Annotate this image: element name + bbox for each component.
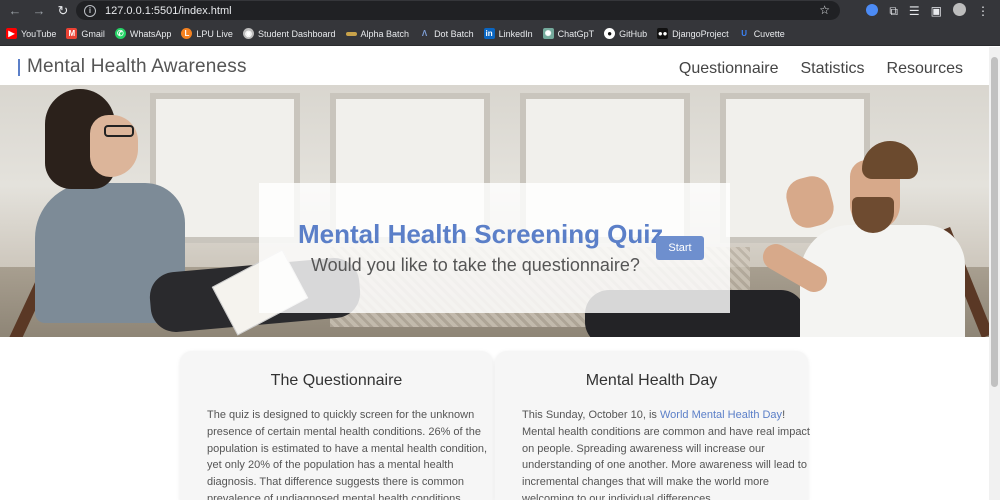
info-cards: The Questionnaire The quiz is designed t… [0,351,989,500]
reload-icon[interactable]: ↻ [54,2,72,20]
bookmark-lpu-live[interactable]: L LPU Live [181,28,233,39]
site-info-icon[interactable]: i [84,4,96,17]
bookmark-label: GitHub [619,28,648,39]
card-body: This Sunday, October 10, is World Mental… [522,407,812,500]
hero-subtitle: Would you like to take the questionnaire… [311,255,640,275]
browser-actions: ⧉ ☰ ▣ ⋮ [866,0,1000,22]
url-text[interactable]: 127.0.0.1:5501/index.html [105,5,232,17]
browser-toolbar: ← → ↻ i 127.0.0.1:5501/index.html ☆ ⧉ ☰ … [0,0,1000,22]
bookmark-youtube[interactable]: ▶ YouTube [6,28,56,39]
page-scrollbar[interactable] [989,47,1000,500]
bookmark-label: Alpha Batch [360,28,410,39]
card-title: Mental Health Day [585,372,718,389]
address-bar[interactable]: i 127.0.0.1:5501/index.html ☆ [76,1,840,20]
side-panel-icon[interactable]: ▣ [931,4,942,18]
hero-banner: Mental Health Screening Quiz Would you l… [0,85,989,337]
bookmark-label: YouTube [21,28,57,39]
bookmarks-bar: ▶ YouTube M Gmail ✆ WhatsApp L LPU Live ◉ Stu… [0,22,1000,46]
bookmark-label: WhatsApp [129,28,172,39]
mental-health-day-card: Mental Health Day This Sunday, October 1… [495,351,810,500]
card-body-rest: ! Mental health conditions are common an… [522,409,810,500]
site-header: Mental Health Awareness Questionnaire St… [0,47,989,85]
bookmark-linkedin[interactable]: in LinkedIn [483,28,533,39]
github-icon: ● [604,28,616,39]
hero-person-right-hair [862,141,918,179]
world-mental-health-day-link[interactable]: World Mental Health Day [660,409,782,421]
extension-icon[interactable] [866,3,879,19]
cuvette-icon: U [741,29,748,38]
web-page: Mental Health Awareness Questionnaire St… [0,47,989,500]
brand-title[interactable]: Mental Health Awareness [27,56,247,78]
bookmark-label: Dot Batch [434,28,474,39]
django-icon: ●● [657,28,669,39]
back-icon[interactable]: ← [6,2,24,20]
bookmark-whatsapp[interactable]: ✆ WhatsApp [114,28,172,39]
start-button[interactable]: Start [656,236,704,260]
bookmark-cuvette[interactable]: U Cuvette [739,28,785,39]
main-nav: Questionnaire Statistics Resources [679,60,989,78]
bookmark-dot-batch[interactable]: Λ Dot Batch [419,28,474,39]
bookmark-github[interactable]: ● GitHub [604,28,647,39]
bookmark-chatgpt[interactable]: ✺ ChatGpT [542,28,595,39]
profile-avatar-icon[interactable] [953,3,966,19]
bookmark-label: Student Dashboard [257,28,336,39]
questionnaire-card: The Questionnaire The quiz is designed t… [180,351,493,500]
bookmark-label: Cuvette [753,28,785,39]
student-dashboard-icon: ◉ [242,28,254,39]
brand-accent-bar [18,58,20,76]
bookmark-student-dashboard[interactable]: ◉ Student Dashboard [242,28,336,39]
bookmark-gmail[interactable]: M Gmail [66,28,105,39]
nav-questionnaire[interactable]: Questionnaire [679,60,779,78]
alpha-batch-icon [345,31,357,36]
browser-menu-icon[interactable]: ⋮ [977,4,989,18]
scrollbar-thumb[interactable] [991,57,998,387]
linkedin-icon: in [483,28,495,39]
bookmark-label: ChatGpT [557,28,595,39]
nav-statistics[interactable]: Statistics [801,60,865,78]
bookmark-star-icon[interactable]: ☆ [819,3,830,17]
hero-glasses [104,125,134,137]
bookmark-label: LPU Live [196,28,233,39]
bookmark-label: Gmail [81,28,105,39]
reading-list-icon[interactable]: ☰ [909,4,920,18]
lpu-live-icon: L [181,28,193,39]
nav-resources[interactable]: Resources [887,60,963,78]
extensions-puzzle-icon[interactable]: ⧉ [889,4,898,19]
bookmark-alpha-batch[interactable]: Alpha Batch [345,28,410,39]
card-title: The Questionnaire [270,372,403,389]
site-brand[interactable]: Mental Health Awareness [18,56,247,78]
card-body-intro: This Sunday, October 10, is [522,409,660,421]
hero-title: Mental Health Screening Quiz [298,219,664,249]
youtube-icon: ▶ [6,28,17,39]
bookmark-djangoproject[interactable]: ●● DjangoProject [657,28,729,39]
hero-card: Mental Health Screening Quiz Would you l… [259,183,730,313]
chatgpt-icon: ✺ [542,28,554,39]
dot-batch-icon: Λ [421,29,428,38]
bookmark-label: DjangoProject [672,28,729,39]
forward-icon[interactable]: → [30,2,48,20]
gmail-icon: M [66,28,78,39]
whatsapp-icon: ✆ [114,28,126,39]
card-body: The quiz is designed to quickly screen f… [207,409,488,500]
bookmark-label: LinkedIn [498,28,533,39]
